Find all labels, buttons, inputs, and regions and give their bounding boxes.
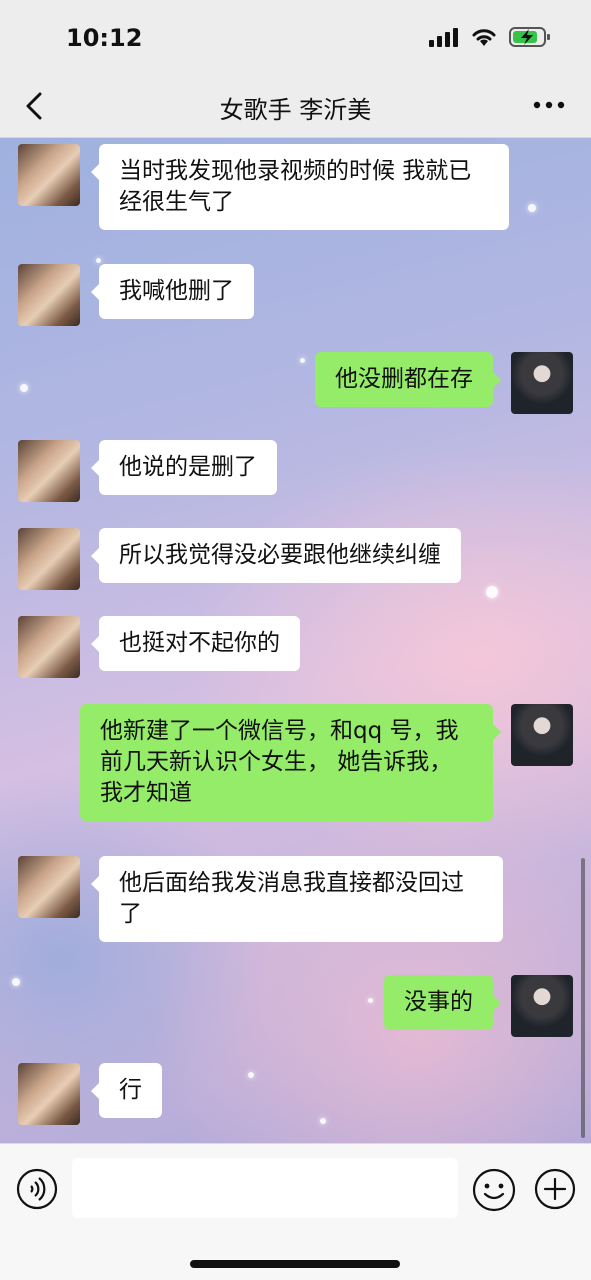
user-avatar[interactable] [511,352,573,414]
message-text: 我喊他删了 [119,278,234,304]
sent-message-bubble[interactable]: 他新建了一个微信号，和qq 号，我前几天新认识个女生， 她告诉我，我才知道 [80,704,501,821]
received-message-bubble[interactable]: 也挺对不起你的 [91,616,300,671]
chat-title: 女歌手 李沂美 [219,96,372,124]
background-sparkle [368,998,373,1003]
contact-avatar[interactable] [18,1063,80,1125]
message-text: 他没删都在存 [335,366,473,392]
plus-icon[interactable] [534,1168,576,1210]
emoji-icon[interactable] [472,1168,516,1212]
contact-avatar[interactable] [18,144,80,206]
battery-charging-icon [509,27,550,47]
user-avatar[interactable] [511,975,573,1037]
background-sparkle [12,978,20,986]
voice-icon[interactable] [16,1168,58,1210]
message-input[interactable] [72,1158,458,1218]
status-time: 10:12 [66,24,143,52]
message-text: 他后面给我发消息我直接都没回过了 [119,870,464,927]
wifi-icon [472,29,496,46]
sent-message-bubble[interactable]: 没事的 [384,975,501,1030]
background-sparkle [96,258,101,263]
chat-history[interactable]: 当时我发现他录视频的时候 我就已经很生气了 我喊他删了 他没删都在存 他说的是删… [0,138,591,1143]
user-avatar[interactable] [511,704,573,766]
received-message-bubble[interactable]: 所以我觉得没必要跟他继续纠缠 [91,528,461,583]
sent-message-bubble[interactable]: 他没删都在存 [315,352,501,407]
contact-avatar[interactable] [18,440,80,502]
chat-header: 女歌手 李沂美 [0,76,591,138]
received-message-bubble[interactable]: 我喊他删了 [91,264,254,319]
more-dots-icon[interactable] [529,90,569,120]
message-text: 也挺对不起你的 [119,630,280,656]
message-text: 没事的 [404,989,473,1015]
background-sparkle [20,384,28,392]
contact-avatar[interactable] [18,264,80,326]
contact-avatar[interactable] [18,528,80,590]
message-text: 当时我发现他录视频的时候 我就已经很生气了 [119,158,472,215]
message-text: 行 [119,1077,142,1103]
scrollbar[interactable] [581,858,585,1138]
received-message-bubble[interactable]: 他后面给我发消息我直接都没回过了 [91,856,503,942]
received-message-bubble[interactable]: 行 [91,1063,162,1118]
message-text: 所以我觉得没必要跟他继续纠缠 [119,542,441,568]
contact-avatar[interactable] [18,616,80,678]
background-sparkle [528,204,536,212]
received-message-bubble[interactable]: 他说的是删了 [91,440,277,495]
contact-avatar[interactable] [18,856,80,918]
background-sparkle [486,586,498,598]
background-sparkle [248,1072,254,1078]
home-indicator [190,1260,400,1268]
background-sparkle [300,358,305,363]
received-message-bubble[interactable]: 当时我发现他录视频的时候 我就已经很生气了 [91,144,509,230]
signal-icon [429,28,458,47]
message-input-bar [0,1143,591,1280]
message-text: 他新建了一个微信号，和qq 号，我前几天新认识个女生， 她告诉我，我才知道 [100,718,459,806]
message-text: 他说的是删了 [119,454,257,480]
status-icons [429,26,551,48]
status-bar: 10:12 [0,0,591,76]
background-sparkle [320,1118,326,1124]
